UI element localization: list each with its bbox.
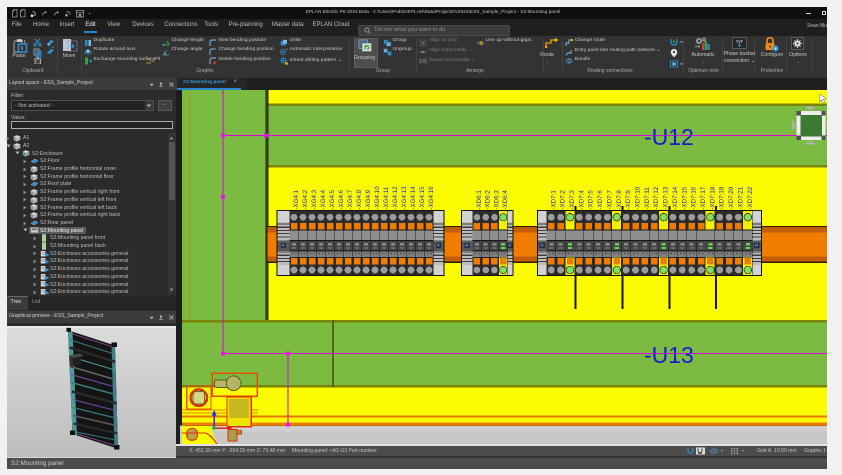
svg-text:-XD6:4: -XD6:4 [502, 190, 509, 210]
svg-text:-XG4:8: -XG4:8 [356, 189, 363, 209]
svg-text:-XD7:4: -XD7:4 [578, 190, 585, 210]
svg-text:-XG4:9: -XG4:9 [365, 189, 372, 209]
svg-text:-XG4:2: -XG4:2 [302, 189, 309, 209]
svg-text:-XD7:10: -XD7:10 [635, 186, 642, 209]
svg-text:-XD6:1: -XD6:1 [476, 190, 483, 210]
svg-text:-XD7:7: -XD7:7 [606, 190, 613, 210]
svg-text:-XG4:3: -XG4:3 [311, 189, 318, 209]
svg-text:-XG4:10: -XG4:10 [374, 186, 381, 210]
svg-text:-XD7:11: -XD7:11 [644, 187, 651, 210]
svg-text:-XD7:13: -XD7:13 [663, 186, 670, 209]
svg-text:-XD7:8: -XD7:8 [616, 190, 623, 210]
svg-text:-XD7:18: -XD7:18 [709, 186, 716, 209]
svg-text:-XD7:21: -XD7:21 [737, 186, 744, 209]
svg-text:-XG4:6: -XG4:6 [338, 189, 345, 209]
svg-text:-XG4:12: -XG4:12 [392, 186, 399, 210]
svg-text:-U13: -U13 [644, 342, 694, 368]
svg-text:-XD7:14: -XD7:14 [672, 186, 679, 209]
svg-text:-XD7:6: -XD7:6 [597, 190, 604, 210]
svg-text:-XG4:15: -XG4:15 [419, 186, 426, 210]
svg-text:-XG4:1: -XG4:1 [293, 189, 300, 209]
svg-text:-XD7:22: -XD7:22 [747, 186, 754, 209]
svg-text:-XD7:17: -XD7:17 [700, 186, 707, 209]
svg-text:-XD7:3: -XD7:3 [569, 190, 576, 210]
svg-text:-XG4:11: -XG4:11 [383, 186, 390, 209]
svg-text:-XD7:1: -XD7:1 [550, 190, 557, 210]
svg-text:-XG4:7: -XG4:7 [347, 189, 354, 209]
svg-text:-XG4:13: -XG4:13 [401, 186, 408, 210]
svg-text:-XD7:9: -XD7:9 [625, 190, 632, 210]
svg-text:-U12: -U12 [644, 124, 694, 150]
svg-text:-XD7:20: -XD7:20 [728, 186, 735, 209]
svg-text:-XD6:3: -XD6:3 [493, 190, 500, 210]
svg-text:-XG4:4: -XG4:4 [320, 189, 327, 209]
svg-text:-XD7:19: -XD7:19 [719, 186, 726, 209]
svg-text:-XG4:5: -XG4:5 [329, 189, 336, 209]
svg-text:xyz: xyz [736, 39, 744, 44]
svg-text:-XD7:16: -XD7:16 [691, 186, 698, 209]
svg-text:-XD7:12: -XD7:12 [653, 186, 660, 209]
svg-text:-XG4:14: -XG4:14 [410, 186, 417, 210]
svg-text:-XD7:2: -XD7:2 [560, 190, 567, 210]
svg-text:1: 1 [24, 38, 27, 43]
svg-text:-XG4:16: -XG4:16 [428, 186, 435, 210]
svg-text:-XD7:5: -XD7:5 [588, 190, 595, 210]
svg-text:-XD6:2: -XD6:2 [485, 190, 492, 210]
svg-text:-XD7:15: -XD7:15 [681, 186, 688, 209]
